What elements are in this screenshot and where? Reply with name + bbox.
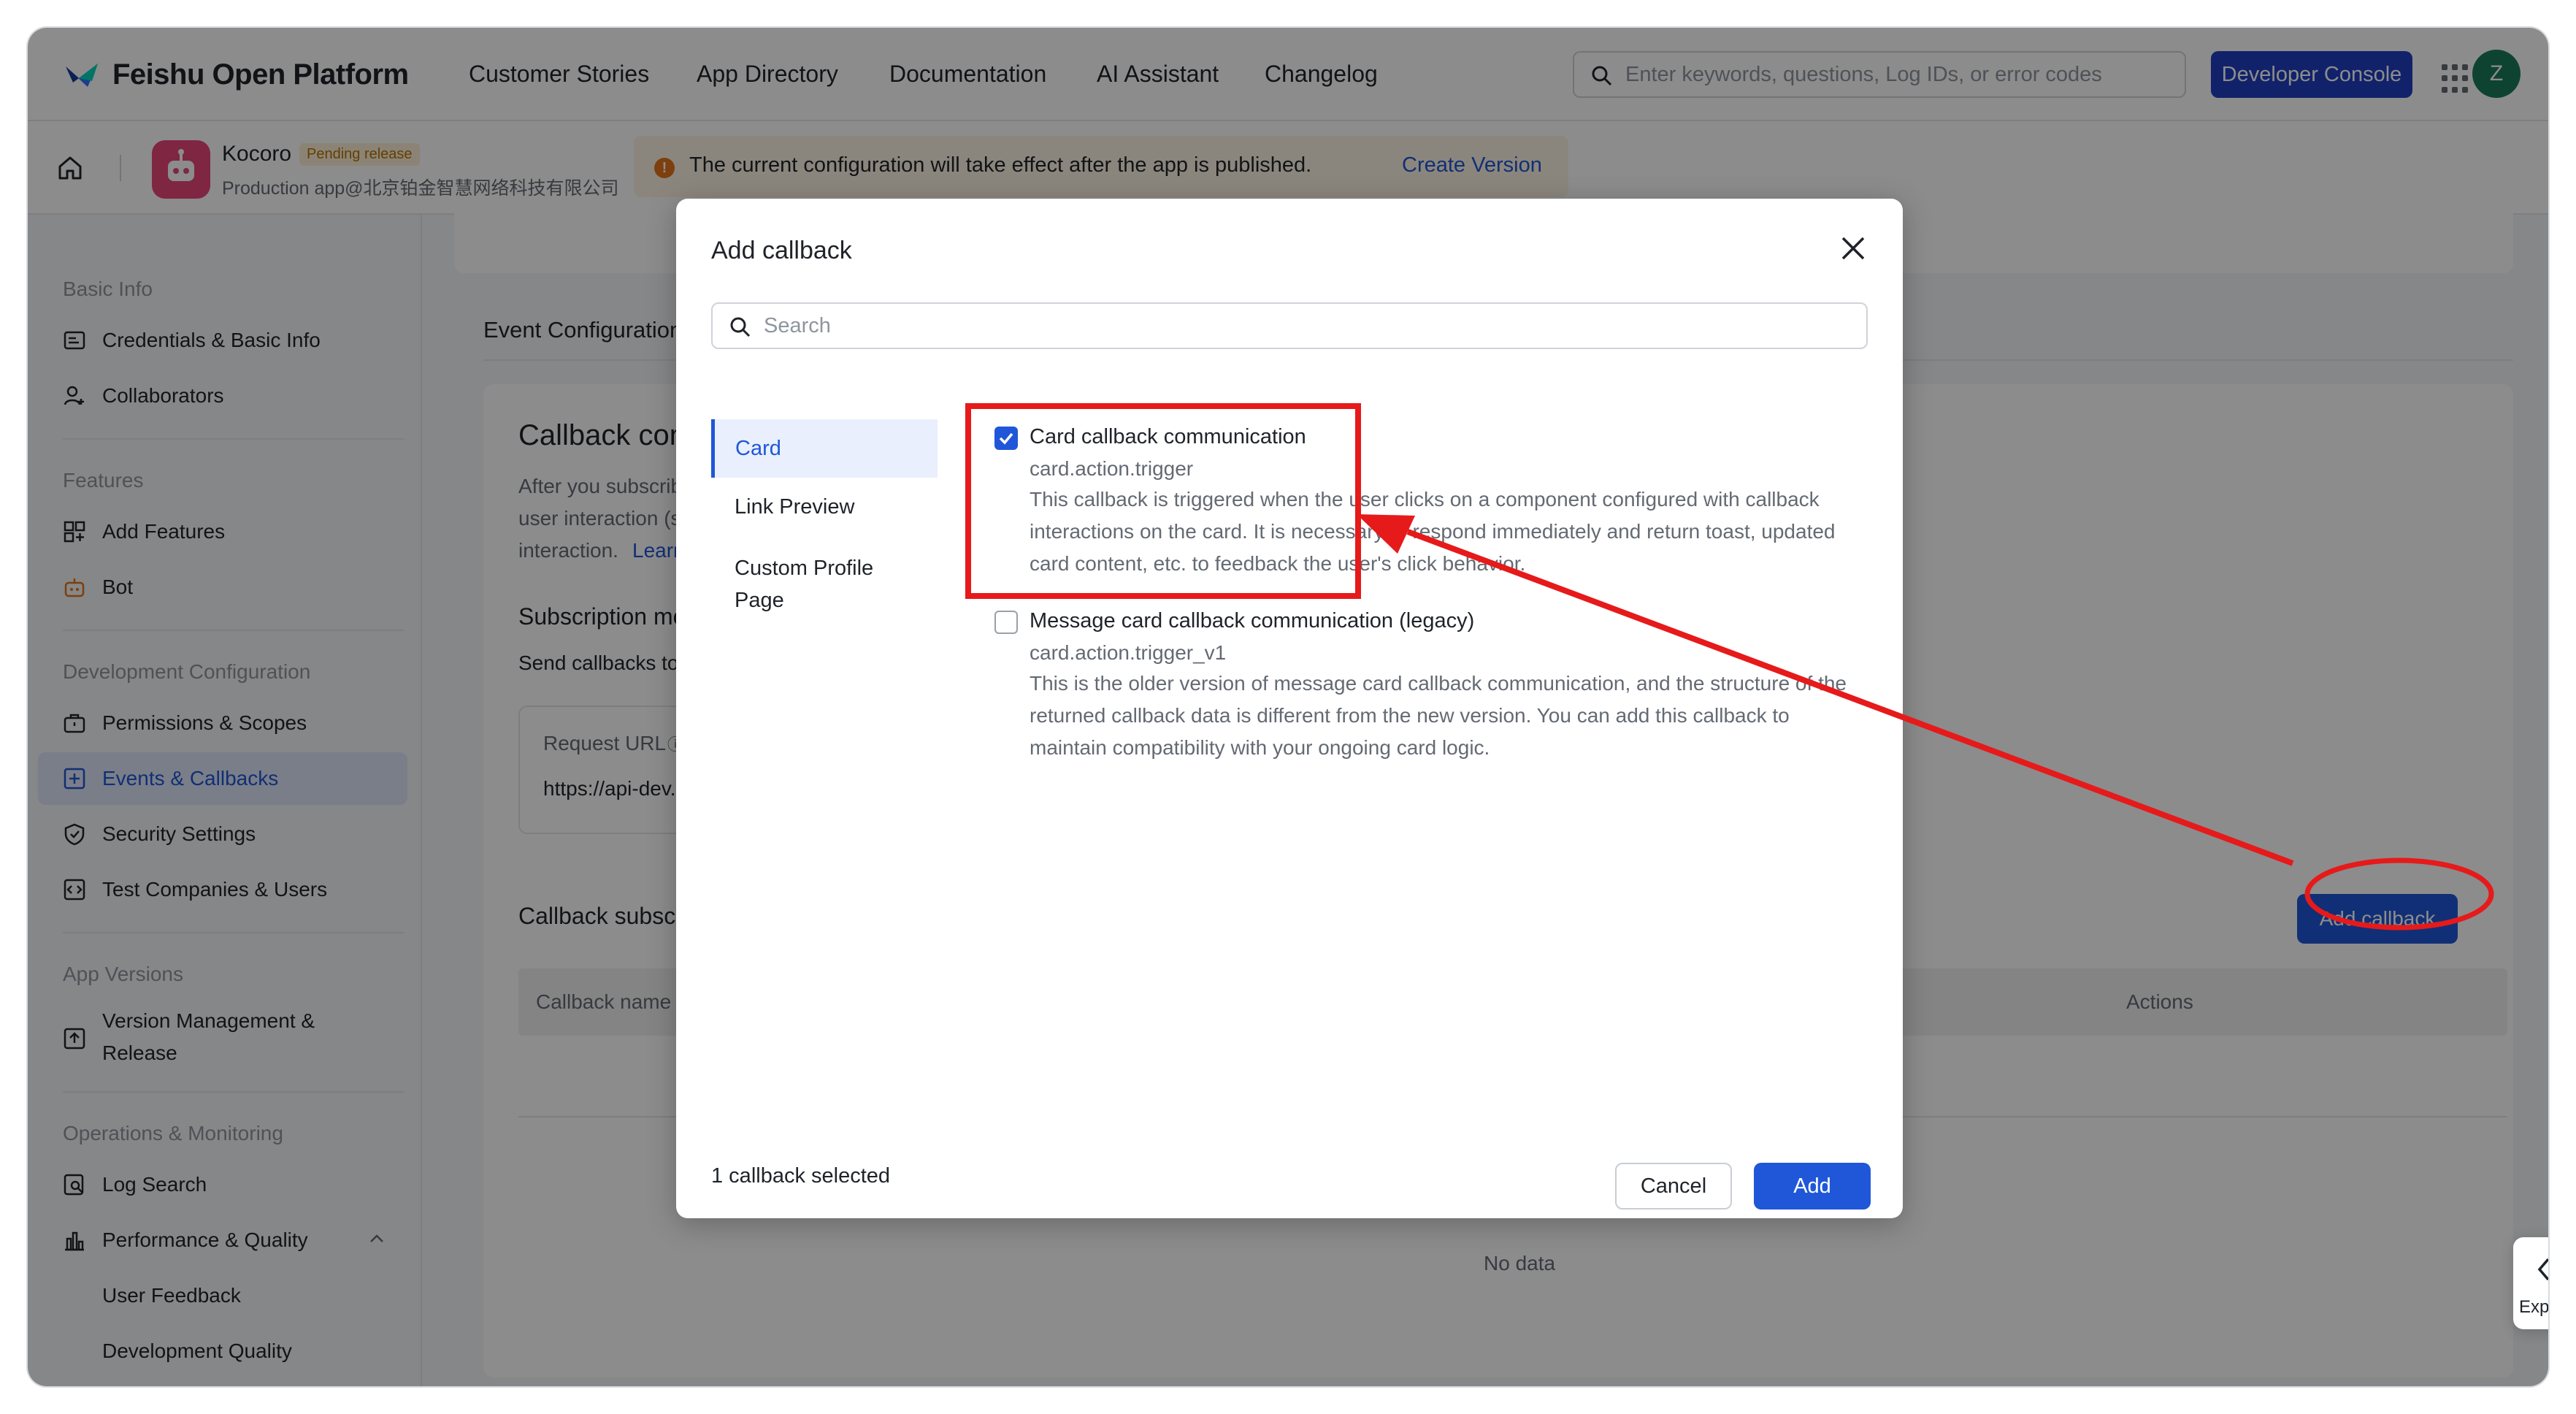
checkbox-legacy-callback[interactable]	[994, 611, 1018, 634]
callback-search-placeholder: Search	[764, 314, 831, 337]
annotation-highlight-box	[965, 403, 1361, 599]
callback-search-input[interactable]: Search	[711, 302, 1868, 349]
add-button[interactable]: Add	[1754, 1163, 1871, 1209]
category-custom-profile-page[interactable]: Custom Profile Page	[711, 542, 938, 622]
category-card[interactable]: Card	[711, 419, 938, 478]
desc-line: This is the older version of message car…	[1030, 672, 1847, 695]
option-code: card.action.trigger_v1	[1030, 641, 1227, 664]
option-title[interactable]: Message card callback communication (leg…	[1030, 609, 1474, 633]
desc-line: maintain compatibility with your ongoing…	[1030, 736, 1490, 759]
option-description: This is the older version of message car…	[1030, 668, 1898, 764]
app-window: Feishu Open Platform Customer Stories Ap…	[26, 26, 2550, 1388]
selected-count: 1 callback selected	[711, 1164, 891, 1188]
cancel-button[interactable]: Cancel	[1615, 1163, 1732, 1209]
add-callback-dialog: Add callback Search Card Link Preview Cu…	[676, 199, 1903, 1218]
search-icon	[730, 317, 751, 337]
desc-line: returned callback data is different from…	[1030, 704, 1790, 727]
category-label: Custom Profile	[735, 557, 874, 580]
double-chevron-left-icon	[2537, 1258, 2548, 1281]
category-label: Page	[735, 589, 784, 612]
category-link-preview[interactable]: Link Preview	[711, 481, 938, 533]
dialog-title: Add callback	[711, 237, 852, 264]
expand-label: Expand	[2519, 1297, 2550, 1317]
close-icon[interactable]	[1839, 234, 1868, 263]
expand-panel-button[interactable]: Expand	[2513, 1237, 2550, 1329]
